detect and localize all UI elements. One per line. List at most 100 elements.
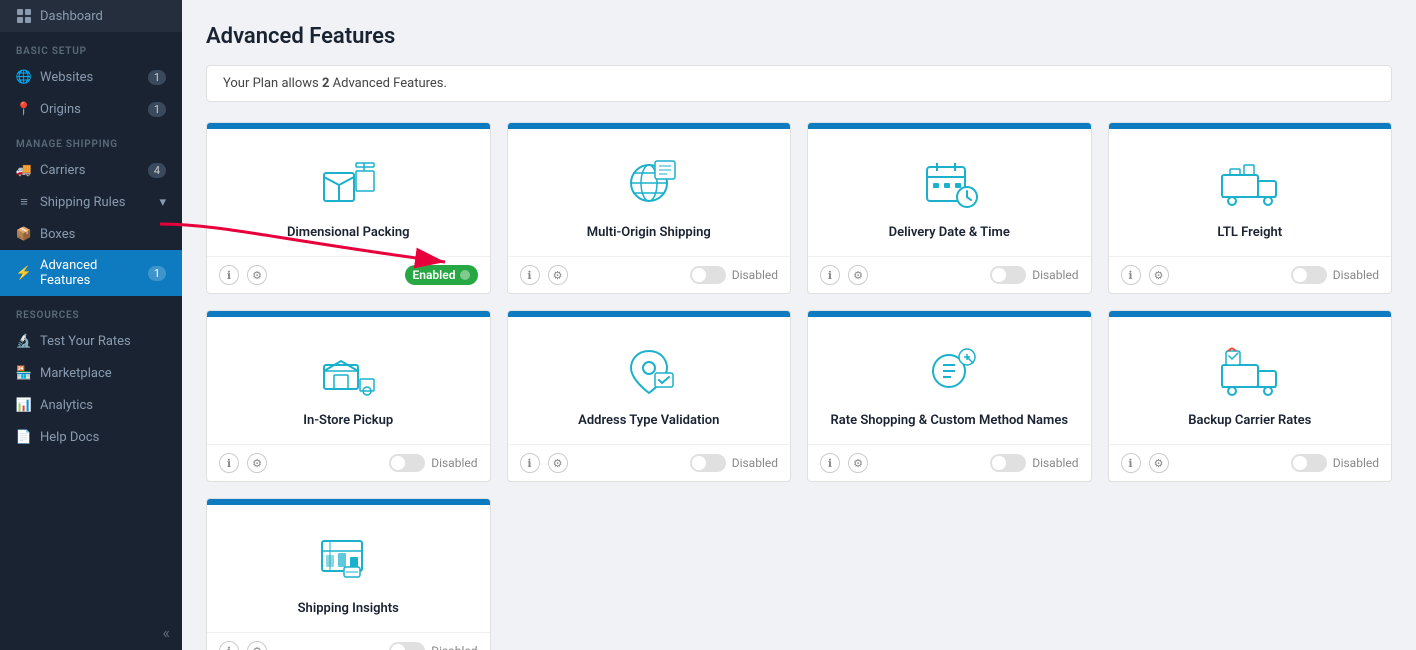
toggle-label: Disabled xyxy=(431,644,477,650)
footer-icons: ℹ ⚙ xyxy=(219,641,267,650)
feature-card-backup-carrier: Backup Carrier Rates ℹ ⚙ Disabled xyxy=(1108,310,1393,482)
rate-shopping-name: Rate Shopping & Custom Method Names xyxy=(830,413,1068,428)
feature-toggle[interactable] xyxy=(990,454,1026,472)
toggle-container: Disabled xyxy=(990,266,1078,284)
toggle-container: Disabled xyxy=(389,454,477,472)
origins-icon: 📍 xyxy=(16,101,32,117)
settings-button[interactable]: ⚙ xyxy=(848,453,868,473)
feature-card-rate-shopping: Rate Shopping & Custom Method Names ℹ ⚙ … xyxy=(807,310,1092,482)
toggle-label: Disabled xyxy=(1032,268,1078,282)
multi-origin-icon xyxy=(614,153,684,213)
plan-notice: Your Plan allows 2 Advanced Features. xyxy=(206,65,1392,102)
toggle-knob xyxy=(992,456,1006,470)
toggle-container: Disabled xyxy=(1291,454,1379,472)
test-rates-label: Test Your Rates xyxy=(40,334,131,349)
delivery-date-name: Delivery Date & Time xyxy=(889,225,1010,240)
marketplace-label: Marketplace xyxy=(40,366,112,381)
advanced-features-badge: 1 xyxy=(148,266,166,281)
help-docs-icon: 📄 xyxy=(16,429,32,445)
info-button[interactable]: ℹ xyxy=(520,453,540,473)
settings-button[interactable]: ⚙ xyxy=(548,265,568,285)
shipping-insights-icon xyxy=(313,529,383,589)
marketplace-icon: 🏪 xyxy=(16,365,32,381)
toggle-knob xyxy=(391,644,405,650)
footer-icons: ℹ ⚙ xyxy=(219,453,267,473)
footer-icons: ℹ ⚙ xyxy=(219,265,267,285)
info-button[interactable]: ℹ xyxy=(219,265,239,285)
info-button[interactable]: ℹ xyxy=(520,265,540,285)
feature-card-multi-origin: Multi-Origin Shipping ℹ ⚙ Disabled xyxy=(507,122,792,294)
address-validation-name: Address Type Validation xyxy=(578,413,719,428)
feature-toggle[interactable] xyxy=(1291,454,1327,472)
rate-shopping-icon xyxy=(914,341,984,401)
toggle-knob xyxy=(992,268,1006,282)
toggle-container: Disabled xyxy=(990,454,1078,472)
settings-button[interactable]: ⚙ xyxy=(247,453,267,473)
enabled-badge[interactable]: Enabled xyxy=(405,265,478,285)
sidebar-collapse-button[interactable]: « xyxy=(0,615,182,650)
feature-toggle[interactable] xyxy=(690,454,726,472)
carriers-label: Carriers xyxy=(40,163,86,178)
card-body: Backup Carrier Rates xyxy=(1109,317,1392,444)
card-footer: ℹ ⚙ Disabled xyxy=(508,256,791,293)
dimensional-packing-name: Dimensional Packing xyxy=(287,225,410,240)
card-body: Address Type Validation xyxy=(508,317,791,444)
sidebar-item-origins[interactable]: 📍 Origins 1 xyxy=(0,93,182,125)
sidebar-item-advanced-features[interactable]: ⚡ Advanced Features 1 xyxy=(0,250,182,296)
feature-toggle[interactable] xyxy=(690,266,726,284)
settings-button[interactable]: ⚙ xyxy=(247,265,267,285)
sidebar-item-help-docs[interactable]: 📄 Help Docs xyxy=(0,421,182,453)
sidebar-item-test-rates[interactable]: 🔬 Test Your Rates xyxy=(0,325,182,357)
footer-icons: ℹ ⚙ xyxy=(520,265,568,285)
sidebar-item-analytics[interactable]: 📊 Analytics xyxy=(0,389,182,421)
info-button[interactable]: ℹ xyxy=(1121,265,1141,285)
ltl-freight-icon xyxy=(1215,153,1285,213)
settings-button[interactable]: ⚙ xyxy=(548,453,568,473)
websites-icon: 🌐 xyxy=(16,69,32,85)
shipping-insights-name: Shipping Insights xyxy=(298,601,399,616)
footer-icons: ℹ ⚙ xyxy=(820,453,868,473)
toggle-container: Disabled xyxy=(690,266,778,284)
card-body: LTL Freight xyxy=(1109,129,1392,256)
toggle-container: Disabled xyxy=(690,454,778,472)
feature-toggle[interactable] xyxy=(1291,266,1327,284)
card-footer: ℹ ⚙ Disabled xyxy=(207,444,490,481)
sidebar-item-boxes[interactable]: 📦 Boxes xyxy=(0,218,182,250)
feature-toggle[interactable] xyxy=(389,454,425,472)
info-button[interactable]: ℹ xyxy=(219,641,239,650)
toggle-knob xyxy=(1293,268,1307,282)
sidebar-item-dashboard[interactable]: Dashboard xyxy=(0,0,182,32)
info-button[interactable]: ℹ xyxy=(219,453,239,473)
info-button[interactable]: ℹ xyxy=(1121,453,1141,473)
card-body: Shipping Insights xyxy=(207,505,490,632)
sidebar-item-shipping-rules[interactable]: ≡ Shipping Rules ▾ xyxy=(0,186,182,218)
help-docs-label: Help Docs xyxy=(40,430,99,445)
plan-notice-text: Your Plan allows xyxy=(223,76,322,91)
card-footer: ℹ ⚙ Disabled xyxy=(808,444,1091,481)
toggle-label: Disabled xyxy=(732,456,778,470)
feature-toggle[interactable] xyxy=(389,642,425,650)
feature-toggle[interactable] xyxy=(990,266,1026,284)
settings-button[interactable]: ⚙ xyxy=(1149,265,1169,285)
footer-icons: ℹ ⚙ xyxy=(520,453,568,473)
toggle-container: Disabled xyxy=(1291,266,1379,284)
toggle-knob xyxy=(391,456,405,470)
card-body: Rate Shopping & Custom Method Names xyxy=(808,317,1091,444)
settings-button[interactable]: ⚙ xyxy=(848,265,868,285)
toggle-label: Disabled xyxy=(1032,456,1078,470)
sidebar-item-websites[interactable]: 🌐 Websites 1 xyxy=(0,61,182,93)
toggle-knob xyxy=(1293,456,1307,470)
info-button[interactable]: ℹ xyxy=(820,265,840,285)
dimensional-packing-icon xyxy=(313,153,383,213)
card-footer: ℹ ⚙ Enabled xyxy=(207,256,490,293)
info-button[interactable]: ℹ xyxy=(820,453,840,473)
collapse-icon: « xyxy=(162,623,170,642)
feature-card-address-validation: Address Type Validation ℹ ⚙ Disabled xyxy=(507,310,792,482)
sidebar-item-marketplace[interactable]: 🏪 Marketplace xyxy=(0,357,182,389)
settings-button[interactable]: ⚙ xyxy=(247,641,267,650)
carriers-icon: 🚚 xyxy=(16,162,32,178)
settings-button[interactable]: ⚙ xyxy=(1149,453,1169,473)
footer-icons: ℹ ⚙ xyxy=(1121,265,1169,285)
sidebar-item-carriers[interactable]: 🚚 Carriers 4 xyxy=(0,154,182,186)
basic-setup-section: BASIC SETUP xyxy=(0,32,182,61)
